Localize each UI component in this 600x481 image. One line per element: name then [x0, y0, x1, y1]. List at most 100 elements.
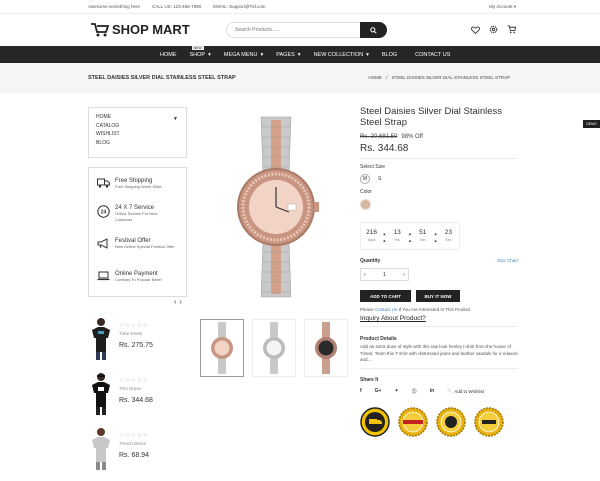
quantity-stepper[interactable]: ‹ 1 ›	[360, 268, 409, 281]
sidebar-item-wishlist[interactable]: WISHLIST	[96, 131, 179, 137]
old-price-row: Rs. 20,681.50 98% Off	[360, 134, 518, 140]
chevron-down-icon: ▾	[208, 51, 211, 58]
thumbnail-3[interactable]	[304, 319, 348, 377]
cart-logo-icon	[91, 23, 110, 37]
pinterest-icon[interactable]: ⓹	[412, 388, 417, 395]
size-option-m[interactable]: M	[360, 174, 370, 184]
product-price: Rs. 275.75	[119, 342, 153, 349]
discount-text: 98% Off	[401, 134, 423, 140]
nav-blog[interactable]: BLOG	[382, 52, 397, 58]
contact-note: Please Contact Us If You Are Interested …	[360, 307, 471, 312]
linkedin-icon[interactable]: in	[430, 388, 434, 394]
nav-home[interactable]: HOME	[160, 52, 177, 58]
cart-icon[interactable]	[507, 25, 516, 34]
breadcrumb-current: STEEL DAISIES SILVER DIAL STAINLESS STEE…	[391, 75, 510, 80]
product-thumbnail[interactable]	[88, 426, 114, 470]
product-name[interactable]: Trench Dress	[119, 441, 149, 446]
search-bar[interactable]: Search Products......	[226, 22, 387, 38]
old-price: Rs. 20,681.50	[360, 134, 398, 140]
share-heading: Share It	[360, 376, 379, 383]
chevron-down-icon: ▾	[260, 51, 264, 58]
clock-24-icon: 24	[97, 205, 110, 218]
search-button[interactable]	[360, 22, 387, 38]
decrement-button[interactable]: ‹	[364, 272, 366, 278]
main-nav: HOME NEW SHOP ▾ MEGA MENU ▾ PAGES ▾ NEW COLL…	[0, 45, 600, 63]
caret-down-icon[interactable]: ▼	[173, 116, 178, 122]
color-swatch[interactable]	[360, 199, 371, 210]
sidebar-item-home[interactable]: HOME	[96, 114, 179, 120]
heart-icon: ♡	[447, 388, 452, 393]
sidebar-item-catalog[interactable]: CATALOG	[96, 123, 179, 129]
account-dropdown[interactable]: My Account ▾	[489, 4, 516, 10]
list-item[interactable]: ☆☆☆☆☆ Trench Dress Rs. 68.94	[88, 426, 153, 479]
nav-pages[interactable]: PAGES ▾	[276, 52, 300, 58]
chevron-down-icon: ▾	[366, 51, 369, 58]
trust-badges	[360, 406, 518, 437]
thumbnail-2[interactable]	[252, 319, 296, 377]
email-text: EMAIL: Support@Fid.com	[213, 4, 266, 9]
list-item[interactable]: ☆☆☆☆☆ Tube Dress Rs. 275.75	[88, 316, 153, 369]
product-price: Rs. 344.68	[119, 397, 153, 404]
twitter-icon[interactable]: ✦	[394, 388, 398, 394]
list-item[interactable]: ☆☆☆☆☆ Trim Dress Rs. 344.68	[88, 371, 153, 424]
chevron-left-icon[interactable]: ‹	[174, 299, 176, 306]
product-name[interactable]: Trim Dress	[119, 386, 153, 391]
add-to-cart-button[interactable]: ADD TO CART	[360, 290, 411, 302]
contact-us-link[interactable]: Contact Us	[375, 307, 397, 312]
product-price: Rs. 68.94	[119, 452, 149, 459]
buy-now-button[interactable]: BUY IT NOW	[416, 290, 460, 302]
inquiry-link[interactable]: Inquiry About Product?	[360, 315, 518, 322]
heart-icon[interactable]	[471, 25, 480, 34]
breadcrumb-home[interactable]: HOME	[368, 75, 382, 80]
product-thumbnail[interactable]	[88, 371, 114, 415]
rating-stars: ☆☆☆☆☆	[119, 323, 149, 329]
gear-icon[interactable]	[489, 25, 498, 34]
sidebar-item-blog[interactable]: BLOG	[96, 140, 179, 146]
product-name[interactable]: Tube Dress	[119, 331, 153, 336]
service-item: 24 24 X 7 Service Online Service For New …	[97, 205, 175, 223]
new-badge: NEW	[191, 45, 204, 50]
nav-mega-menu[interactable]: MEGA MENU ▾	[224, 52, 263, 58]
top-bar: Awesome something here CALL US: 123-456-…	[0, 0, 600, 14]
nav-new-collection[interactable]: NEW COLLECTION ▾	[314, 52, 369, 58]
sidebar-menu: ▼ HOME CATALOG WISHLIST BLOG	[88, 107, 187, 158]
svg-text:24: 24	[101, 209, 107, 215]
product-price: Rs. 344.68	[360, 143, 409, 154]
nav-contact[interactable]: CONTACT US	[415, 52, 450, 58]
increment-button[interactable]: ›	[403, 272, 405, 278]
breadcrumb: HOME / STEEL DAISIES SILVER DIAL STAINLE…	[368, 75, 510, 80]
megaphone-icon	[97, 238, 108, 249]
laptop-icon	[97, 271, 110, 281]
chevron-right-icon[interactable]: ›	[179, 299, 181, 306]
demo-side-tab[interactable]: DEMO	[583, 120, 600, 128]
quantity-label: Quantity	[360, 258, 381, 264]
service-item: Festival Offer New Online Special Festiva…	[97, 238, 175, 250]
money-back-seal-icon	[436, 406, 466, 437]
thumbnail-strip	[200, 319, 348, 377]
watch-image	[236, 116, 319, 297]
details-text: Add an extra dose of style with this raw…	[360, 344, 518, 362]
size-chart-link[interactable]: Size Chart	[497, 258, 518, 264]
free-shipping-badge-icon	[360, 406, 390, 437]
product-list: ☆☆☆☆☆ Tube Dress Rs. 275.75 ☆☆☆☆☆ Trim Dres…	[88, 316, 153, 481]
chevron-down-icon: ▾	[297, 51, 301, 58]
details-heading: Product Details	[360, 336, 397, 342]
phone-text: CALL US: 123-456-7890	[152, 4, 202, 9]
size-option-s[interactable]: S	[378, 176, 381, 182]
size-selector: M S	[360, 174, 518, 184]
quantity-input[interactable]: 1	[383, 272, 386, 278]
page-title: STEEL DAISIES SILVER DIAL STAINLESS STEE…	[88, 75, 236, 81]
product-list-arrows: ‹ ›	[174, 299, 182, 306]
thumbnail-1[interactable]	[200, 319, 244, 377]
google-plus-icon[interactable]: G+	[375, 388, 382, 394]
size-label: Select Size	[360, 164, 386, 170]
product-thumbnail[interactable]	[88, 316, 114, 360]
search-input[interactable]: Search Products......	[227, 27, 360, 33]
service-item: Free Shipping Free Shipping World Wide	[97, 178, 162, 190]
logo[interactable]: SHOP MART	[90, 21, 190, 37]
nav-shop[interactable]: NEW SHOP ▾	[190, 45, 211, 58]
product-title: Steel Daisies Silver Dial Stainless Stee…	[360, 106, 503, 128]
wishlist-link[interactable]: ♡ Add to Wishlist	[447, 388, 484, 394]
product-main-image[interactable]	[200, 106, 351, 307]
facebook-icon[interactable]: f	[360, 388, 362, 394]
